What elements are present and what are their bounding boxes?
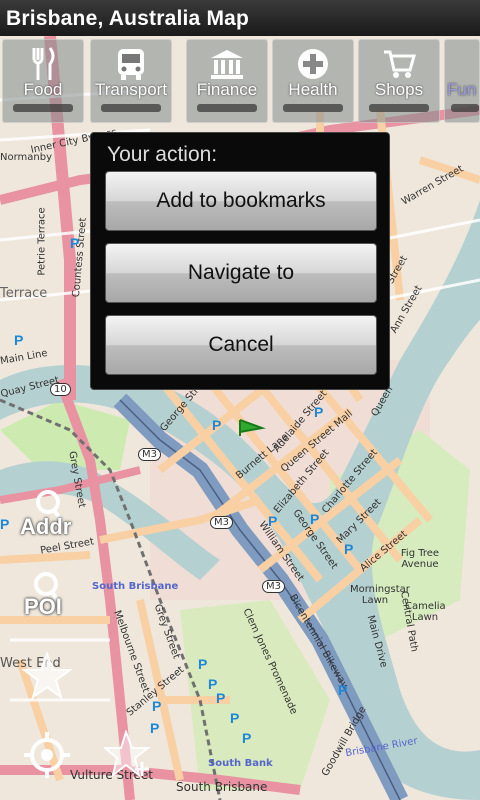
shopping-cart-icon xyxy=(359,44,439,84)
category-indicator xyxy=(283,104,343,112)
label-morningstar-lawn: Morningstar Lawn xyxy=(350,584,410,606)
app-title-bar: Brisbane, Australia Map xyxy=(0,0,480,36)
label-grey-street-2: Grey Street xyxy=(151,602,182,661)
star-plus-icon xyxy=(102,728,151,778)
label-melbourne-street: Melbourne Street xyxy=(111,609,152,694)
favorite-star-button[interactable] xyxy=(20,651,74,705)
label-brisbane-river: Brisbane River xyxy=(344,735,419,760)
label-m3-2: M3 xyxy=(210,516,233,529)
category-indicator xyxy=(101,104,161,112)
label-fig-tree-avenue: Fig Tree Avenue xyxy=(400,548,440,570)
label-william-street: William Street xyxy=(256,519,306,584)
category-health[interactable]: Health xyxy=(272,39,354,123)
bank-icon xyxy=(187,44,267,84)
category-indicator xyxy=(369,104,429,112)
category-finance[interactable]: Finance xyxy=(186,39,268,123)
label-south-brisbane: South Brisbane xyxy=(92,581,179,592)
plus-cross-icon xyxy=(273,44,353,84)
category-label: Fun & Ga xyxy=(447,80,479,99)
dialog-title: Your action: xyxy=(107,143,218,166)
poi-search-button[interactable]: POI xyxy=(24,570,68,619)
category-label: Shops xyxy=(374,80,424,99)
category-label: Food xyxy=(23,80,63,99)
category-food[interactable]: Food xyxy=(2,39,84,123)
label-m3-3: M3 xyxy=(262,580,285,593)
label-mary-street: Mary Street xyxy=(334,496,384,547)
add-to-bookmarks-button[interactable]: Add to bookmarks xyxy=(105,171,377,231)
navigate-to-button[interactable]: Navigate to xyxy=(105,243,377,303)
label-route-10: 10 xyxy=(50,383,71,396)
label-george-street-2: George Street xyxy=(290,507,340,572)
add-favorite-button[interactable] xyxy=(102,728,154,783)
label-clem-jones-promenade: Clem Jones Promenade xyxy=(240,606,300,717)
label-main-line: Main Line xyxy=(0,347,49,368)
cutlery-icon xyxy=(3,44,83,84)
category-label: Transport xyxy=(94,80,168,99)
category-indicator xyxy=(197,104,257,112)
bus-icon xyxy=(91,44,171,84)
poi-label: POI xyxy=(24,594,62,619)
category-indicator xyxy=(13,104,73,112)
category-indicator xyxy=(451,104,479,112)
app-title: Brisbane, Australia Map xyxy=(6,7,250,30)
category-label: Health xyxy=(288,80,338,99)
label-m3-1: M3 xyxy=(138,448,161,461)
category-bar: Food Transport Finance Health Shops Fun … xyxy=(0,37,480,125)
label-ann-street: Ann Street xyxy=(388,283,425,336)
label-terrace: Terrace xyxy=(0,286,48,301)
label-countess-street: Countess Street xyxy=(70,217,89,298)
category-shops[interactable]: Shops xyxy=(358,39,440,123)
label-burnett-lane: Burnett Lane xyxy=(234,431,291,482)
label-warren-street: Warren Street xyxy=(399,163,466,208)
addr-search-button[interactable]: Addr xyxy=(20,488,71,539)
category-transport[interactable]: Transport xyxy=(90,39,172,123)
addr-label: Addr xyxy=(20,514,72,539)
category-label: Finance xyxy=(196,80,258,99)
label-bicentennial-bikeway: Bicentennial Bikeway xyxy=(286,592,350,691)
cancel-button[interactable]: Cancel xyxy=(105,315,377,375)
label-main-drive: Main Drive xyxy=(364,614,390,669)
star-icon xyxy=(20,651,74,700)
my-location-button[interactable] xyxy=(22,730,72,785)
label-normanby: Normanby xyxy=(0,152,53,163)
category-fun[interactable]: Fun & Ga xyxy=(444,39,480,123)
label-south-brisbane-2: South Brisbane xyxy=(176,780,268,794)
label-goodwill-bridge: Goodwill Bridge xyxy=(319,704,369,779)
crosshair-icon xyxy=(24,732,70,778)
action-dialog: Your action: Add to bookmarks Navigate t… xyxy=(90,132,390,390)
label-petrie-terrace: Petrie Terrace xyxy=(36,207,48,276)
label-south-bank: South Bank xyxy=(208,758,273,769)
